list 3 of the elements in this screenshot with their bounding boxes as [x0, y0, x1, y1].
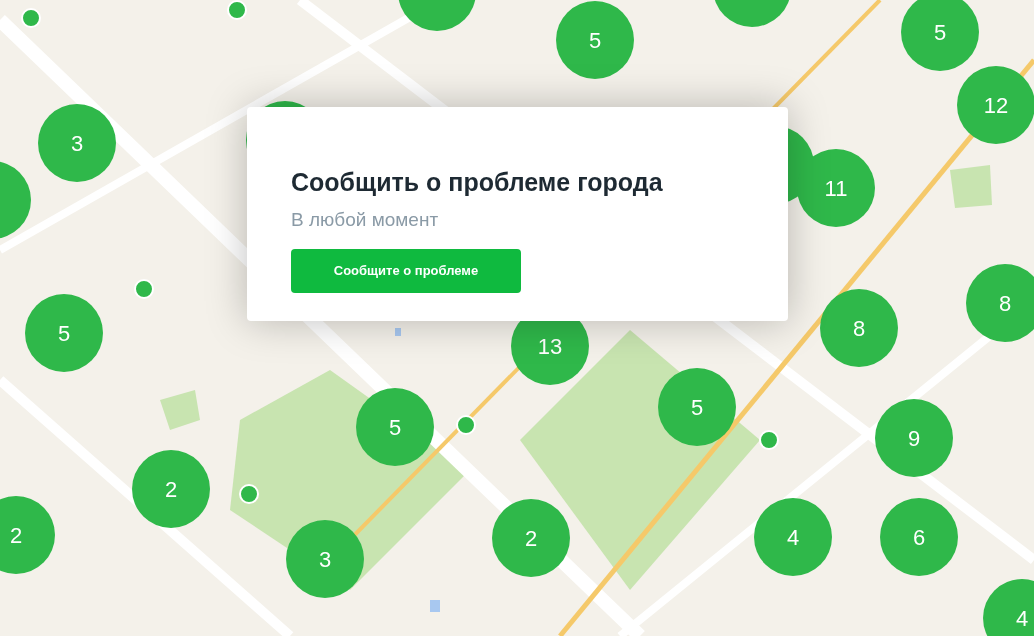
card-subtitle: В любой момент — [291, 208, 439, 233]
card-title: Сообщить о проблеме города — [291, 167, 663, 198]
report-button[interactable]: Сообщите о проблеме — [291, 248, 521, 293]
